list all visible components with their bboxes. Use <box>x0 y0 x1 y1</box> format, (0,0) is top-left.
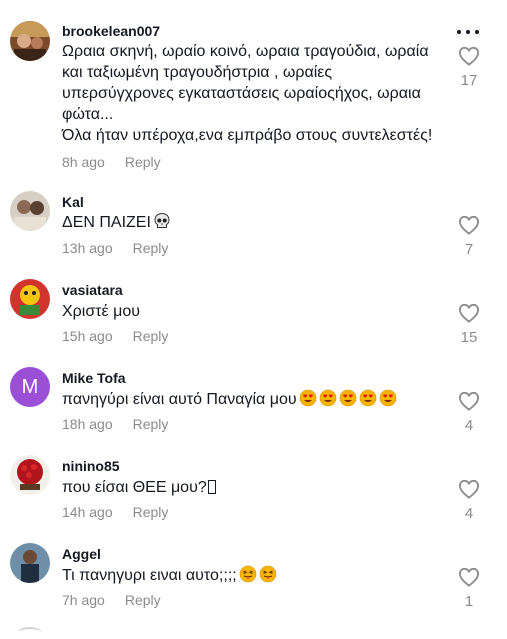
comment-text-line: και ταξιωμένη τραγουδήστρια , ωραίες <box>62 64 333 81</box>
heart-outline-icon <box>458 303 480 323</box>
comment-text-line: πανηγύρι είναι αυτό Παναγία μου <box>62 391 297 408</box>
more-dots-icon[interactable] <box>455 27 481 37</box>
like-count: 4 <box>464 417 474 434</box>
comment-time: 8h ago <box>62 154 105 170</box>
reply-button[interactable]: Reply <box>125 592 161 608</box>
heart-eyes-emoji-icon <box>359 389 377 407</box>
missing-glyph-icon <box>207 480 216 494</box>
tongue-wink-emoji-icon <box>259 565 277 583</box>
reply-button[interactable]: Reply <box>133 240 169 256</box>
comment-time: 13h ago <box>62 240 113 256</box>
avatar[interactable] <box>10 21 50 61</box>
comment-username[interactable]: Mike Tofa <box>62 370 126 386</box>
skull-emoji-icon <box>153 212 171 230</box>
comment-text: Χριστέ μου <box>62 301 447 322</box>
comment-username[interactable]: Kal <box>62 194 84 210</box>
comment-meta: 18h ago Reply <box>62 416 168 432</box>
avatar[interactable] <box>10 279 50 319</box>
comment-time: 15h ago <box>62 328 113 344</box>
comment-text: Ωραια σκηνή, ωραίο κοινό, ωραια τραγούδι… <box>62 41 447 146</box>
like-button[interactable]: 4 <box>453 479 485 522</box>
avatar[interactable] <box>10 543 50 583</box>
heart-outline-icon <box>458 391 480 411</box>
reply-button[interactable]: Reply <box>133 416 169 432</box>
comment-meta: 14h ago Reply <box>62 504 168 520</box>
next-avatar-partial <box>18 627 42 639</box>
avatar-letter: M <box>21 375 39 398</box>
heart-outline-icon <box>458 46 480 66</box>
like-button[interactable]: 15 <box>453 303 485 346</box>
like-count: 15 <box>460 329 478 346</box>
comment-text-line: ΔΕΝ ΠΑΙΖΕΙ <box>62 214 151 231</box>
comment-meta: 15h ago Reply <box>62 328 168 344</box>
comment-time: 18h ago <box>62 416 113 432</box>
comment-meta: 13h ago Reply <box>62 240 168 256</box>
like-count: 17 <box>460 72 478 89</box>
reply-button[interactable]: Reply <box>125 154 161 170</box>
heart-eyes-emoji-icon <box>379 389 397 407</box>
like-count: 1 <box>464 593 474 610</box>
comment-time: 7h ago <box>62 592 105 608</box>
comment-text-line: φώτα... <box>62 106 114 123</box>
heart-eyes-emoji-row <box>297 389 397 408</box>
comment-text: πανηγύρι είναι αυτό Παναγία μου <box>62 389 447 410</box>
heart-eyes-emoji-icon <box>319 389 337 407</box>
comment-text: Τι πανηγυρι ειναι αυτο;;;; <box>62 565 447 586</box>
like-button[interactable]: 1 <box>453 567 485 610</box>
comment-username[interactable]: ninino85 <box>62 458 120 474</box>
like-button[interactable]: 7 <box>453 215 485 258</box>
heart-eyes-emoji-icon <box>299 389 317 407</box>
comment-time: 14h ago <box>62 504 113 520</box>
comment-text-line: Χριστέ μου <box>62 303 140 320</box>
comment-text-line: Όλα ήταν υπέροχα,ενα εμπράβο στους συντε… <box>62 127 433 144</box>
comment-text-line: Ωραια σκηνή, ωραίο κοινό, ωραια τραγούδι… <box>62 43 429 60</box>
tongue-wink-emoji-icon <box>239 565 257 583</box>
heart-outline-icon <box>458 479 480 499</box>
avatar[interactable] <box>10 455 50 495</box>
comment-username[interactable]: Aggel <box>62 546 101 562</box>
comment-text: ΔΕΝ ΠΑΙΖΕΙ <box>62 212 447 233</box>
reply-button[interactable]: Reply <box>133 328 169 344</box>
reply-button[interactable]: Reply <box>133 504 169 520</box>
comment-text: που είσαι ΘΕΕ μου? <box>62 477 447 498</box>
like-count: 7 <box>464 241 474 258</box>
like-count: 4 <box>464 505 474 522</box>
comment-meta: 8h ago Reply <box>62 154 161 170</box>
comment-username[interactable]: brookelean007 <box>62 23 160 39</box>
heart-outline-icon <box>458 567 480 587</box>
avatar[interactable] <box>10 191 50 231</box>
comment-text-line: υπερσύγχρονες εγκαταστάσεις ωραίοςήχος, … <box>62 85 421 102</box>
comment-text-line: Τι πανηγυρι ειναι αυτο;;;; <box>62 567 237 584</box>
heart-outline-icon <box>458 215 480 235</box>
comment-meta: 7h ago Reply <box>62 592 161 608</box>
comment-text-line: που είσαι ΘΕΕ μου? <box>62 479 207 496</box>
like-button[interactable]: 17 <box>453 46 485 89</box>
comment-username[interactable]: vasiatara <box>62 282 123 298</box>
like-button[interactable]: 4 <box>453 391 485 434</box>
avatar[interactable]: M <box>10 367 50 407</box>
tongue-wink-emoji-row <box>237 565 277 584</box>
heart-eyes-emoji-icon <box>339 389 357 407</box>
